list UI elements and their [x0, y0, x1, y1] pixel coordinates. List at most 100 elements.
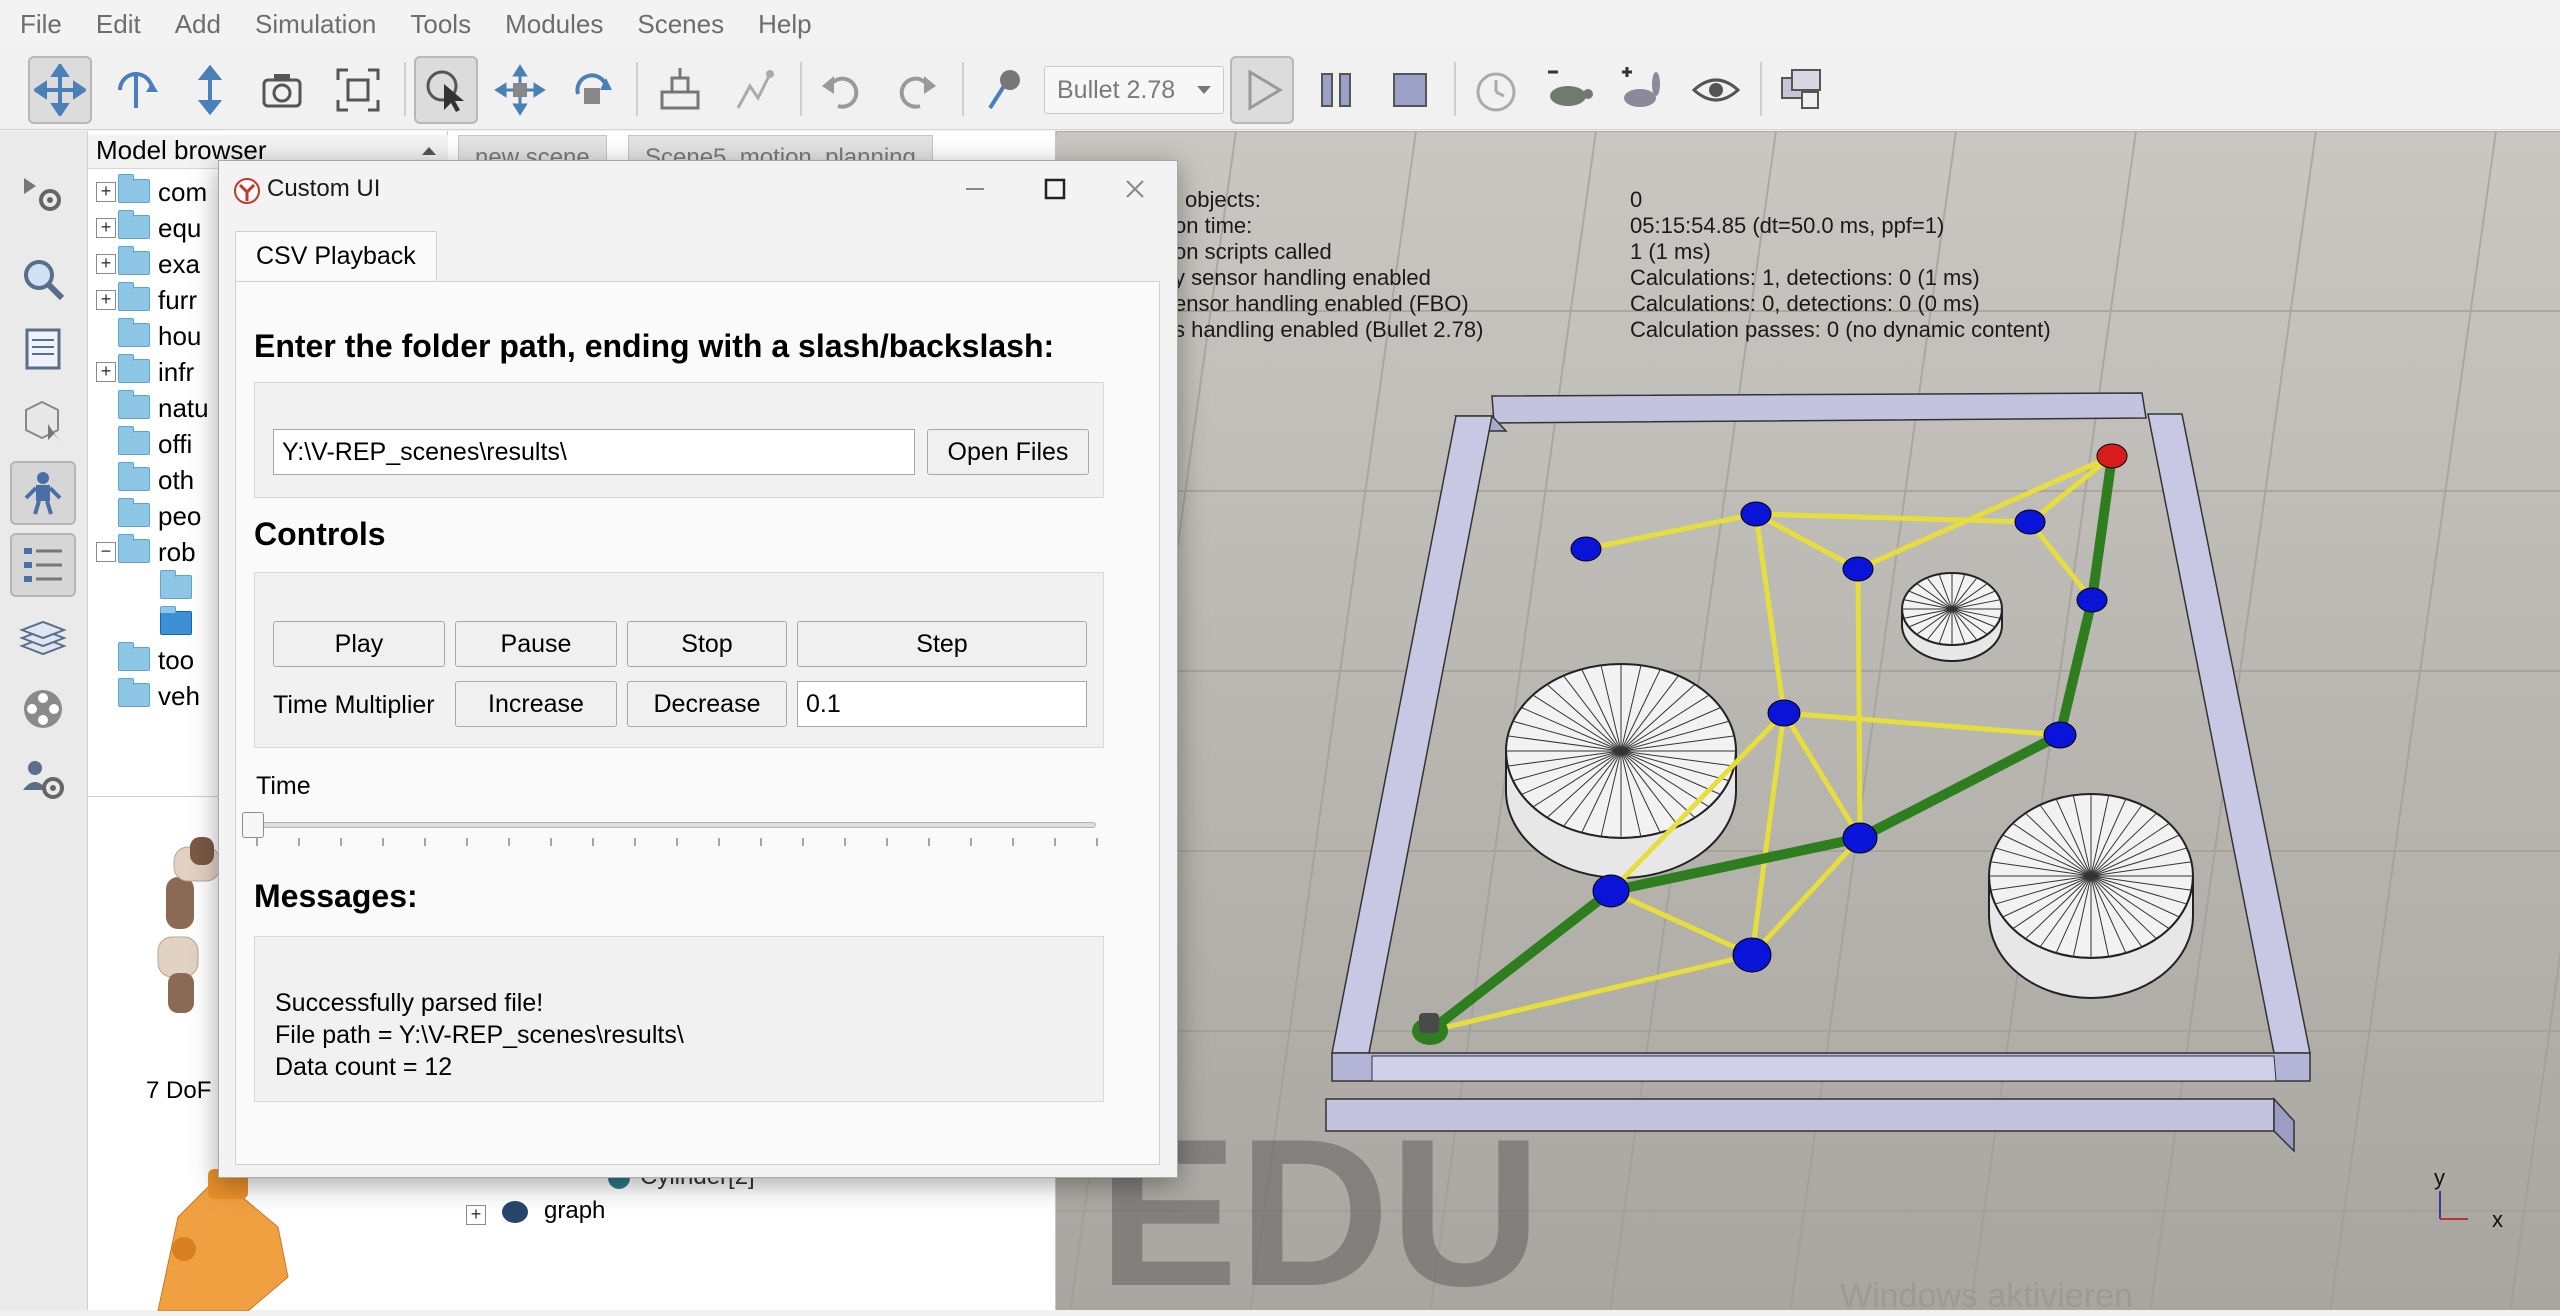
camera-angle-icon[interactable] — [250, 56, 314, 124]
info-value: 0 — [1630, 187, 1643, 212]
expand-icon[interactable]: + — [96, 182, 116, 202]
expand-icon[interactable]: + — [96, 290, 116, 310]
menu-simulation[interactable]: Simulation — [255, 9, 376, 40]
tab-csv-playback[interactable]: CSV Playback — [235, 231, 437, 281]
slider-tick — [802, 838, 804, 846]
folder-icon — [118, 462, 150, 491]
menu-add[interactable]: Add — [175, 9, 221, 40]
slider-tick — [424, 838, 426, 846]
toolbar: Bullet 2.78 — [0, 48, 2560, 130]
decrease-button[interactable]: Decrease — [627, 681, 787, 727]
close-icon[interactable] — [1105, 167, 1165, 211]
stop-icon[interactable] — [1378, 56, 1442, 124]
assemble-icon[interactable] — [648, 56, 712, 124]
click-select-icon[interactable] — [414, 56, 478, 124]
fit-to-view-icon[interactable] — [326, 56, 390, 124]
pause-button[interactable]: Pause — [455, 621, 617, 667]
dialog-titlebar[interactable]: Custom UI — [219, 161, 1177, 219]
expand-icon[interactable]: + — [96, 362, 116, 382]
simulation-settings-icon[interactable] — [10, 161, 76, 225]
realtime-icon[interactable] — [1464, 56, 1528, 124]
folder-icon — [118, 174, 150, 203]
maximize-icon[interactable] — [1025, 167, 1085, 211]
model-folder-label: infr — [158, 357, 195, 387]
play-icon[interactable] — [1230, 56, 1294, 124]
step-button[interactable]: Step — [797, 621, 1087, 667]
cylinder-obstacle-small-top — [1901, 572, 2003, 662]
folder-icon — [160, 606, 192, 635]
time-slider-handle[interactable] — [242, 812, 264, 838]
stop-button[interactable]: Stop — [627, 621, 787, 667]
engine-select-value: Bullet 2.78 — [1057, 75, 1176, 104]
list-icon[interactable] — [10, 533, 76, 597]
object-rotate-icon[interactable] — [560, 56, 624, 124]
robot-icon[interactable] — [10, 461, 76, 525]
custom-ui-dialog: Custom UI CSV Playback Enter the folder … — [218, 160, 1178, 1178]
collapse-icon[interactable]: − — [96, 542, 116, 562]
hierarchy-row-graph[interactable]: + graph — [466, 1197, 605, 1225]
model-folder-label: natu — [158, 393, 209, 423]
expand-icon[interactable]: + — [96, 218, 116, 238]
menu-edit[interactable]: Edit — [96, 9, 141, 40]
layers-icon[interactable] — [10, 607, 76, 671]
slower-icon[interactable] — [1536, 56, 1600, 124]
menu-help[interactable]: Help — [758, 9, 811, 40]
model-folder-label: com — [158, 177, 208, 207]
user-settings-icon[interactable] — [10, 747, 76, 811]
faster-icon[interactable] — [1610, 56, 1674, 124]
menu-scenes[interactable]: Scenes — [637, 9, 724, 40]
robot-arm-thumbnail-2[interactable] — [157, 1169, 289, 1312]
slider-tick — [970, 838, 972, 846]
windows-activation-watermark: Windows aktivieren — [1840, 1277, 2133, 1310]
folder-icon — [118, 282, 150, 311]
visualization-icon[interactable] — [1684, 56, 1748, 124]
menu-modules[interactable]: Modules — [505, 9, 603, 40]
slider-tick — [1054, 838, 1056, 846]
film-icon[interactable] — [10, 677, 76, 741]
document-icon[interactable] — [10, 317, 76, 381]
undo-icon[interactable] — [810, 56, 874, 124]
expand-icon[interactable]: + — [96, 254, 116, 274]
camera-shift-icon[interactable] — [178, 56, 242, 124]
model-folder-label: peo — [158, 501, 202, 531]
camera-pan-icon[interactable] — [28, 56, 92, 124]
robot-arm-thumbnail-1[interactable] — [157, 837, 221, 1013]
open-files-button[interactable]: Open Files — [927, 429, 1089, 475]
message-line: Successfully parsed file! — [275, 989, 544, 1017]
play-button[interactable]: Play — [273, 621, 445, 667]
axis-x-label: x — [2492, 1207, 2503, 1232]
folder-icon — [118, 426, 150, 455]
time-slider[interactable] — [256, 822, 1096, 828]
menu-file[interactable]: File — [20, 9, 62, 40]
slider-tick — [508, 838, 510, 846]
model-thumbnail-label[interactable]: 7 DoF — [146, 1077, 211, 1105]
transfer-dna-icon[interactable] — [722, 56, 786, 124]
goal-node — [2096, 443, 2128, 469]
info-value: Calculations: 1, detections: 0 (1 ms) — [1630, 265, 1980, 290]
pause-icon[interactable] — [1304, 56, 1368, 124]
slider-tick — [760, 838, 762, 846]
minimize-icon[interactable] — [945, 167, 1005, 211]
redo-icon[interactable] — [884, 56, 948, 124]
dynamics-engine-icon[interactable] — [972, 56, 1036, 124]
cylinder-obstacle-right — [1988, 793, 2194, 999]
folder-icon — [118, 210, 150, 239]
cube-icon[interactable] — [10, 387, 76, 451]
folder-path-input[interactable]: Y:\V-REP_scenes\results\ — [273, 429, 915, 475]
slider-tick — [382, 838, 384, 846]
slider-tick — [592, 838, 594, 846]
engine-select[interactable]: Bullet 2.78 — [1044, 66, 1224, 114]
menu-tools[interactable]: Tools — [410, 9, 471, 40]
info-key: ensor handling enabled (FBO) — [1174, 291, 1469, 316]
scene-viewport[interactable]: EDU Windows aktivieren y x l objects: 0 on… — [1056, 131, 2560, 1310]
camera-rotate-icon[interactable] — [104, 56, 168, 124]
time-multiplier-input[interactable]: 0.1 — [797, 681, 1087, 727]
zoom-icon[interactable] — [10, 247, 76, 311]
hierarchy-row-label: graph — [544, 1197, 606, 1224]
time-label: Time — [256, 772, 311, 800]
slider-tick — [886, 838, 888, 846]
object-shift-icon[interactable] — [488, 56, 552, 124]
increase-button[interactable]: Increase — [455, 681, 617, 727]
scene-pages-icon[interactable] — [1770, 56, 1834, 124]
expand-icon[interactable]: + — [466, 1205, 486, 1225]
